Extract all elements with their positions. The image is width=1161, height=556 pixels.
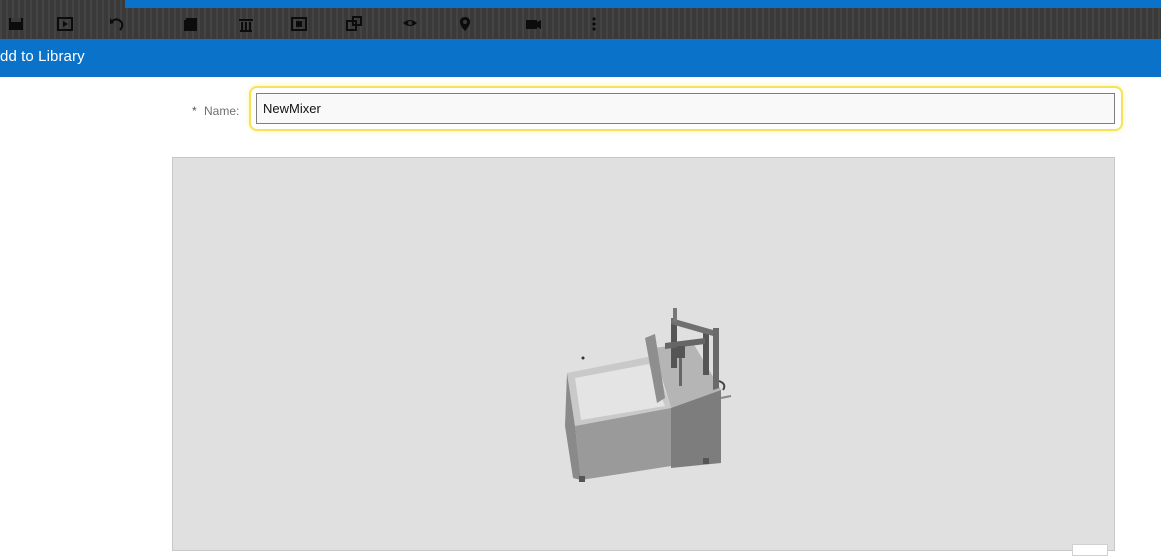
toolbar-accent-bar (125, 0, 1161, 8)
dialog-title: dd to Library (0, 48, 85, 65)
undo-icon[interactable] (107, 14, 127, 34)
delete-icon[interactable] (236, 14, 256, 34)
preview-corner-button[interactable] (1072, 544, 1108, 556)
save-icon[interactable] (6, 14, 26, 34)
group-icon[interactable] (289, 14, 309, 34)
mixer-model-image (565, 308, 732, 482)
ungroup-icon[interactable] (344, 14, 364, 34)
location-pin-icon[interactable] (455, 14, 475, 34)
name-input[interactable] (256, 93, 1115, 124)
copy-icon[interactable] (181, 14, 201, 34)
model-preview-viewport[interactable] (172, 157, 1115, 556)
more-vertical-icon[interactable] (584, 14, 604, 34)
render-icon[interactable] (400, 14, 420, 34)
required-marker: * (192, 104, 197, 118)
dialog-header: dd to Library (0, 39, 1161, 77)
play-icon[interactable] (55, 14, 75, 34)
camera-off-icon[interactable] (523, 14, 543, 34)
name-label: Name: (204, 104, 240, 118)
top-toolbar (0, 0, 1161, 39)
